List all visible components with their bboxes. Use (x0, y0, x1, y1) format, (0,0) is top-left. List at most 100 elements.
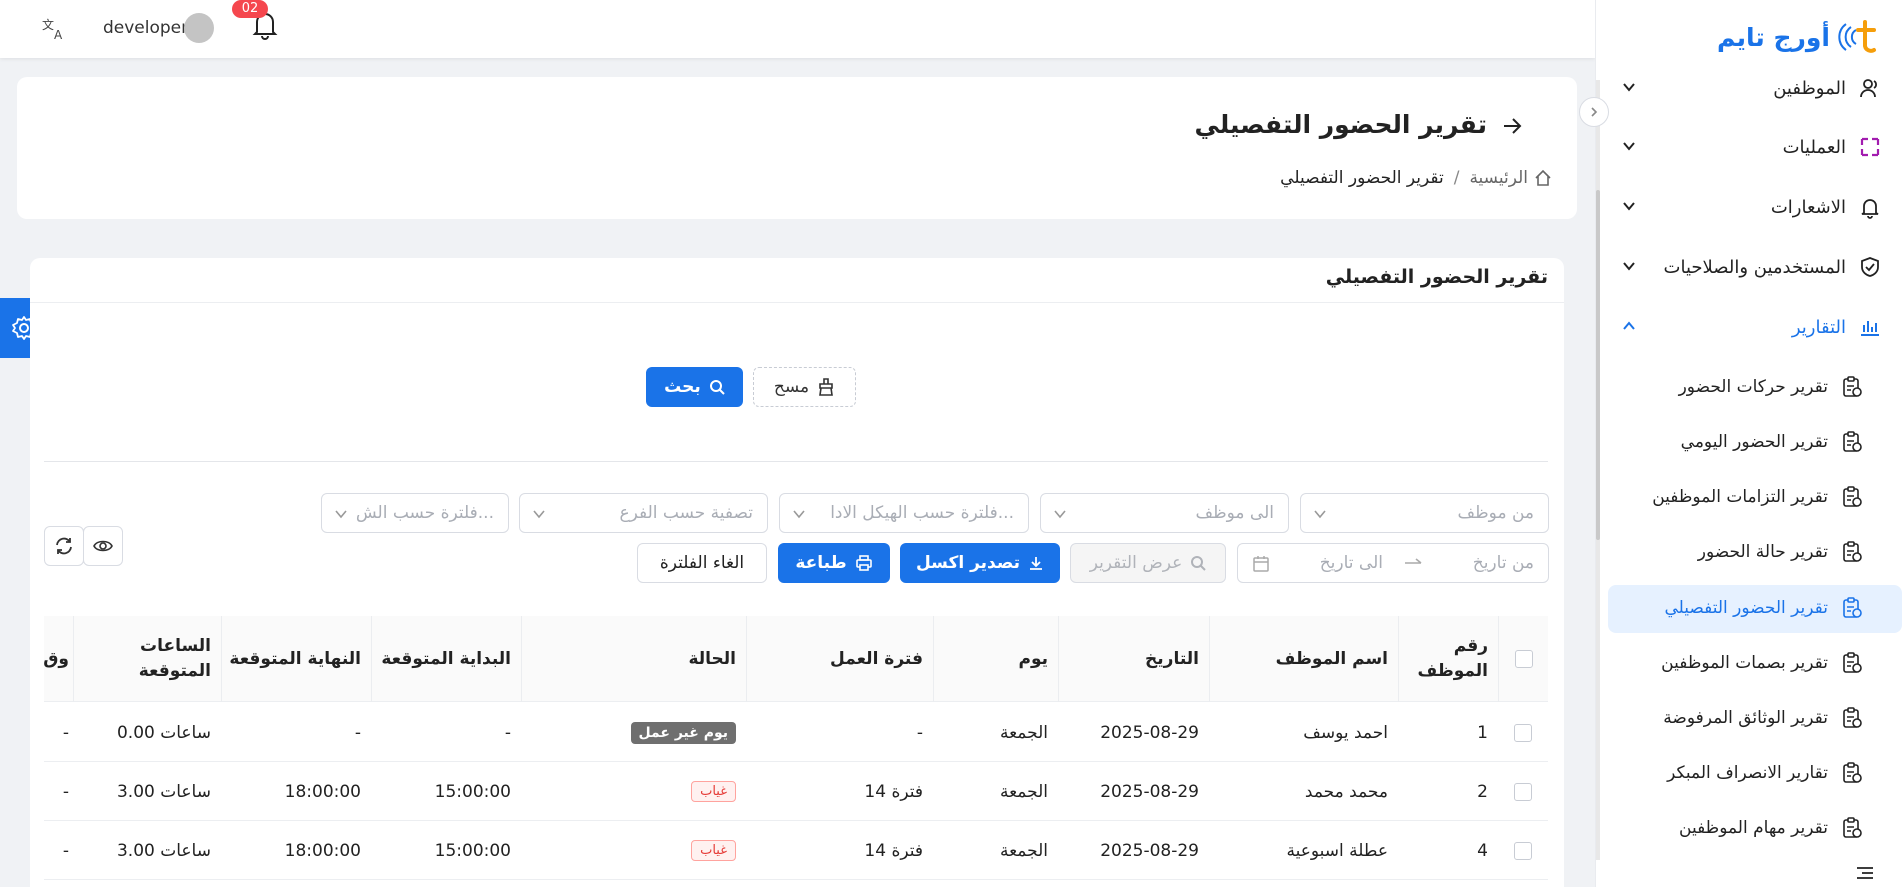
sidebar-scrollbar[interactable] (1596, 80, 1600, 860)
row-checkbox[interactable] (1514, 782, 1532, 801)
from-employee-select[interactable]: من موظف (1300, 493, 1549, 533)
chevron-down-icon (335, 510, 347, 519)
sidebar-subitem-detailed-attendance[interactable]: تقرير الحضور التفصيلي (1622, 588, 1862, 628)
cancel-filter-button[interactable]: الغاء الفلترة (637, 543, 767, 583)
export-excel-label: تصدير اكسل (915, 553, 1021, 573)
admin-structure-filter-select[interactable]: فلترة حسب الهيكل الادا... (779, 493, 1029, 533)
col-employee-name[interactable]: اسم الموظف (1209, 616, 1398, 702)
sidebar-subitem-employee-obligations[interactable]: تقرير التزامات الموظفين (1622, 477, 1862, 517)
row-checkbox[interactable] (1514, 723, 1532, 742)
table-row[interactable]: 1 احمد يوسف 2025-08-29 الجمعة - يوم غير … (44, 703, 1548, 762)
cancel-filter-label: الغاء الفلترة (659, 553, 745, 573)
table-row[interactable]: 4 عطلة اسبوعية 2025-08-29 الجمعة فترة 14… (44, 821, 1548, 880)
table-row[interactable]: 2 محمد محمد 2025-08-29 الجمعة فترة 14 غي… (44, 762, 1548, 821)
row-select-cell (1498, 762, 1548, 821)
menu-toggle-icon[interactable] (1856, 866, 1874, 880)
print-button[interactable]: طباعة (778, 543, 890, 583)
row-select-cell (1498, 821, 1548, 880)
sidebar-subitem-attendance-status[interactable]: تقرير حالة الحضور (1622, 532, 1862, 572)
from-employee-placeholder: من موظف (1457, 503, 1534, 523)
logo-text: أورج تايم (1717, 22, 1830, 52)
search-icon (1191, 556, 1207, 571)
col-employee-number[interactable]: رقم الموظف (1398, 616, 1498, 702)
cell-shift: فترة 14 (864, 781, 923, 802)
sidebar-subitem-rejected-documents[interactable]: تقرير الوثائق المرفوضة (1622, 698, 1862, 738)
cell-expected-start: 15:00:00 (434, 781, 511, 802)
toggle-columns-button[interactable] (83, 526, 123, 566)
col-expected-start[interactable]: البداية المتوقعة (371, 616, 521, 702)
sidebar-subitem-daily-attendance[interactable]: تقرير الحضور اليومي (1622, 422, 1862, 462)
row-select-cell (1498, 703, 1548, 762)
select-all-checkbox[interactable] (1514, 650, 1533, 668)
breadcrumb-separator: / (1453, 168, 1460, 188)
report-clipboard-icon (1843, 486, 1862, 507)
select-all-cell (1498, 616, 1548, 702)
home-icon (1535, 169, 1551, 186)
reports-icon (1861, 321, 1879, 336)
refresh-button[interactable] (44, 526, 84, 566)
col-overflow[interactable]: وق الف (44, 616, 73, 702)
clear-button[interactable]: مسح (753, 367, 856, 407)
chevron-down-icon (1314, 510, 1326, 519)
to-date-placeholder[interactable]: الى تاريخ (1320, 553, 1383, 573)
swap-arrow-icon (1405, 558, 1422, 564)
chevron-right-icon (1591, 107, 1598, 117)
cell-employee-name: احمد يوسف (1303, 722, 1388, 743)
col-date[interactable]: التاريخ (1058, 616, 1209, 702)
sidebar-item-notifications[interactable]: الاشعارات (1612, 187, 1882, 227)
cell-employee-number: 4 (1477, 840, 1488, 861)
col-expected-hours[interactable]: الساعات المتوقعة (73, 616, 221, 702)
sidebar-item-users-permissions[interactable]: المستخدمين والصلاحيات (1612, 247, 1882, 287)
cell-employee-name: عطلة اسبوعية (1286, 840, 1388, 861)
sidebar-item-operations[interactable]: العمليات (1612, 127, 1882, 167)
avatar[interactable] (184, 13, 215, 43)
report-clipboard-icon (1843, 376, 1862, 397)
divider (44, 461, 1548, 462)
cell-employee-name: محمد محمد (1304, 781, 1388, 802)
translate-icon[interactable]: 文A (40, 16, 68, 42)
sidebar-item-employees[interactable]: الموظفين (1612, 68, 1882, 108)
col-shift[interactable]: فترة العمل (746, 616, 933, 702)
clear-button-label: مسح (773, 377, 810, 397)
col-status[interactable]: الحالة (521, 616, 746, 702)
sidebar-subitem-label: تقرير بصمات الموظفين (1661, 653, 1828, 673)
page-header-card: تقرير الحضور التفصيلي الرئيسية / تقرير ا… (17, 77, 1577, 219)
print-label: طباعة (795, 553, 847, 573)
search-button[interactable]: بحث (646, 367, 743, 407)
sidebar-scrollbar-thumb[interactable] (1596, 190, 1600, 540)
sidebar-collapse-button[interactable] (1579, 97, 1609, 127)
refresh-icon (56, 537, 72, 555)
chevron-up-icon (1623, 321, 1635, 330)
back-arrow-icon[interactable] (1502, 117, 1522, 135)
sidebar-subitem-label: تقارير الانصراف المبكر (1667, 763, 1828, 783)
cell-day: الجمعة (999, 840, 1048, 861)
date-range-picker[interactable]: من تاريخ الى تاريخ (1237, 543, 1549, 583)
export-excel-button[interactable]: تصدير اكسل (900, 543, 1060, 583)
sidebar-subitem-employee-tasks[interactable]: تقرير مهام الموظفين (1622, 808, 1862, 848)
branch-filter-select[interactable]: تصفية حسب الفرع (519, 493, 768, 533)
shift-filter-select[interactable]: فلترة حسب الش... (321, 493, 509, 533)
logo[interactable]: أورج تايم (1717, 16, 1880, 58)
top-header: 文A developer 02 (0, 0, 1595, 58)
svg-text:A: A (54, 28, 63, 42)
sidebar-subitem-employee-fingerprints[interactable]: تقرير بصمات الموظفين (1622, 643, 1862, 683)
from-date-placeholder[interactable]: من تاريخ (1473, 553, 1534, 573)
sidebar-subitem-early-leave[interactable]: تقارير الانصراف المبكر (1622, 753, 1862, 793)
status-badge: غياب (691, 840, 736, 861)
cell-overflow: - (62, 840, 69, 861)
row-checkbox[interactable] (1514, 841, 1532, 860)
sidebar-subitem-attendance-movements[interactable]: تقرير حركات الحضور (1622, 367, 1862, 407)
breadcrumb-home[interactable]: الرئيسية (1469, 168, 1552, 188)
chevron-down-icon (1623, 142, 1635, 151)
sidebar-item-reports[interactable]: التقارير (1612, 307, 1882, 347)
col-expected-end[interactable]: النهاية المتوقعة (221, 616, 371, 702)
col-day[interactable]: يوم (933, 616, 1058, 702)
view-report-button[interactable]: عرض التقرير (1070, 543, 1226, 583)
search-icon (709, 380, 725, 395)
user-menu[interactable]: developer (103, 12, 215, 44)
cell-employee-number: 1 (1477, 722, 1488, 743)
to-employee-select[interactable]: الى موظف (1040, 493, 1289, 533)
cell-expected-start: 15:00:00 (434, 840, 511, 861)
cell-overflow: - (62, 722, 69, 743)
chevron-down-icon (533, 510, 545, 519)
